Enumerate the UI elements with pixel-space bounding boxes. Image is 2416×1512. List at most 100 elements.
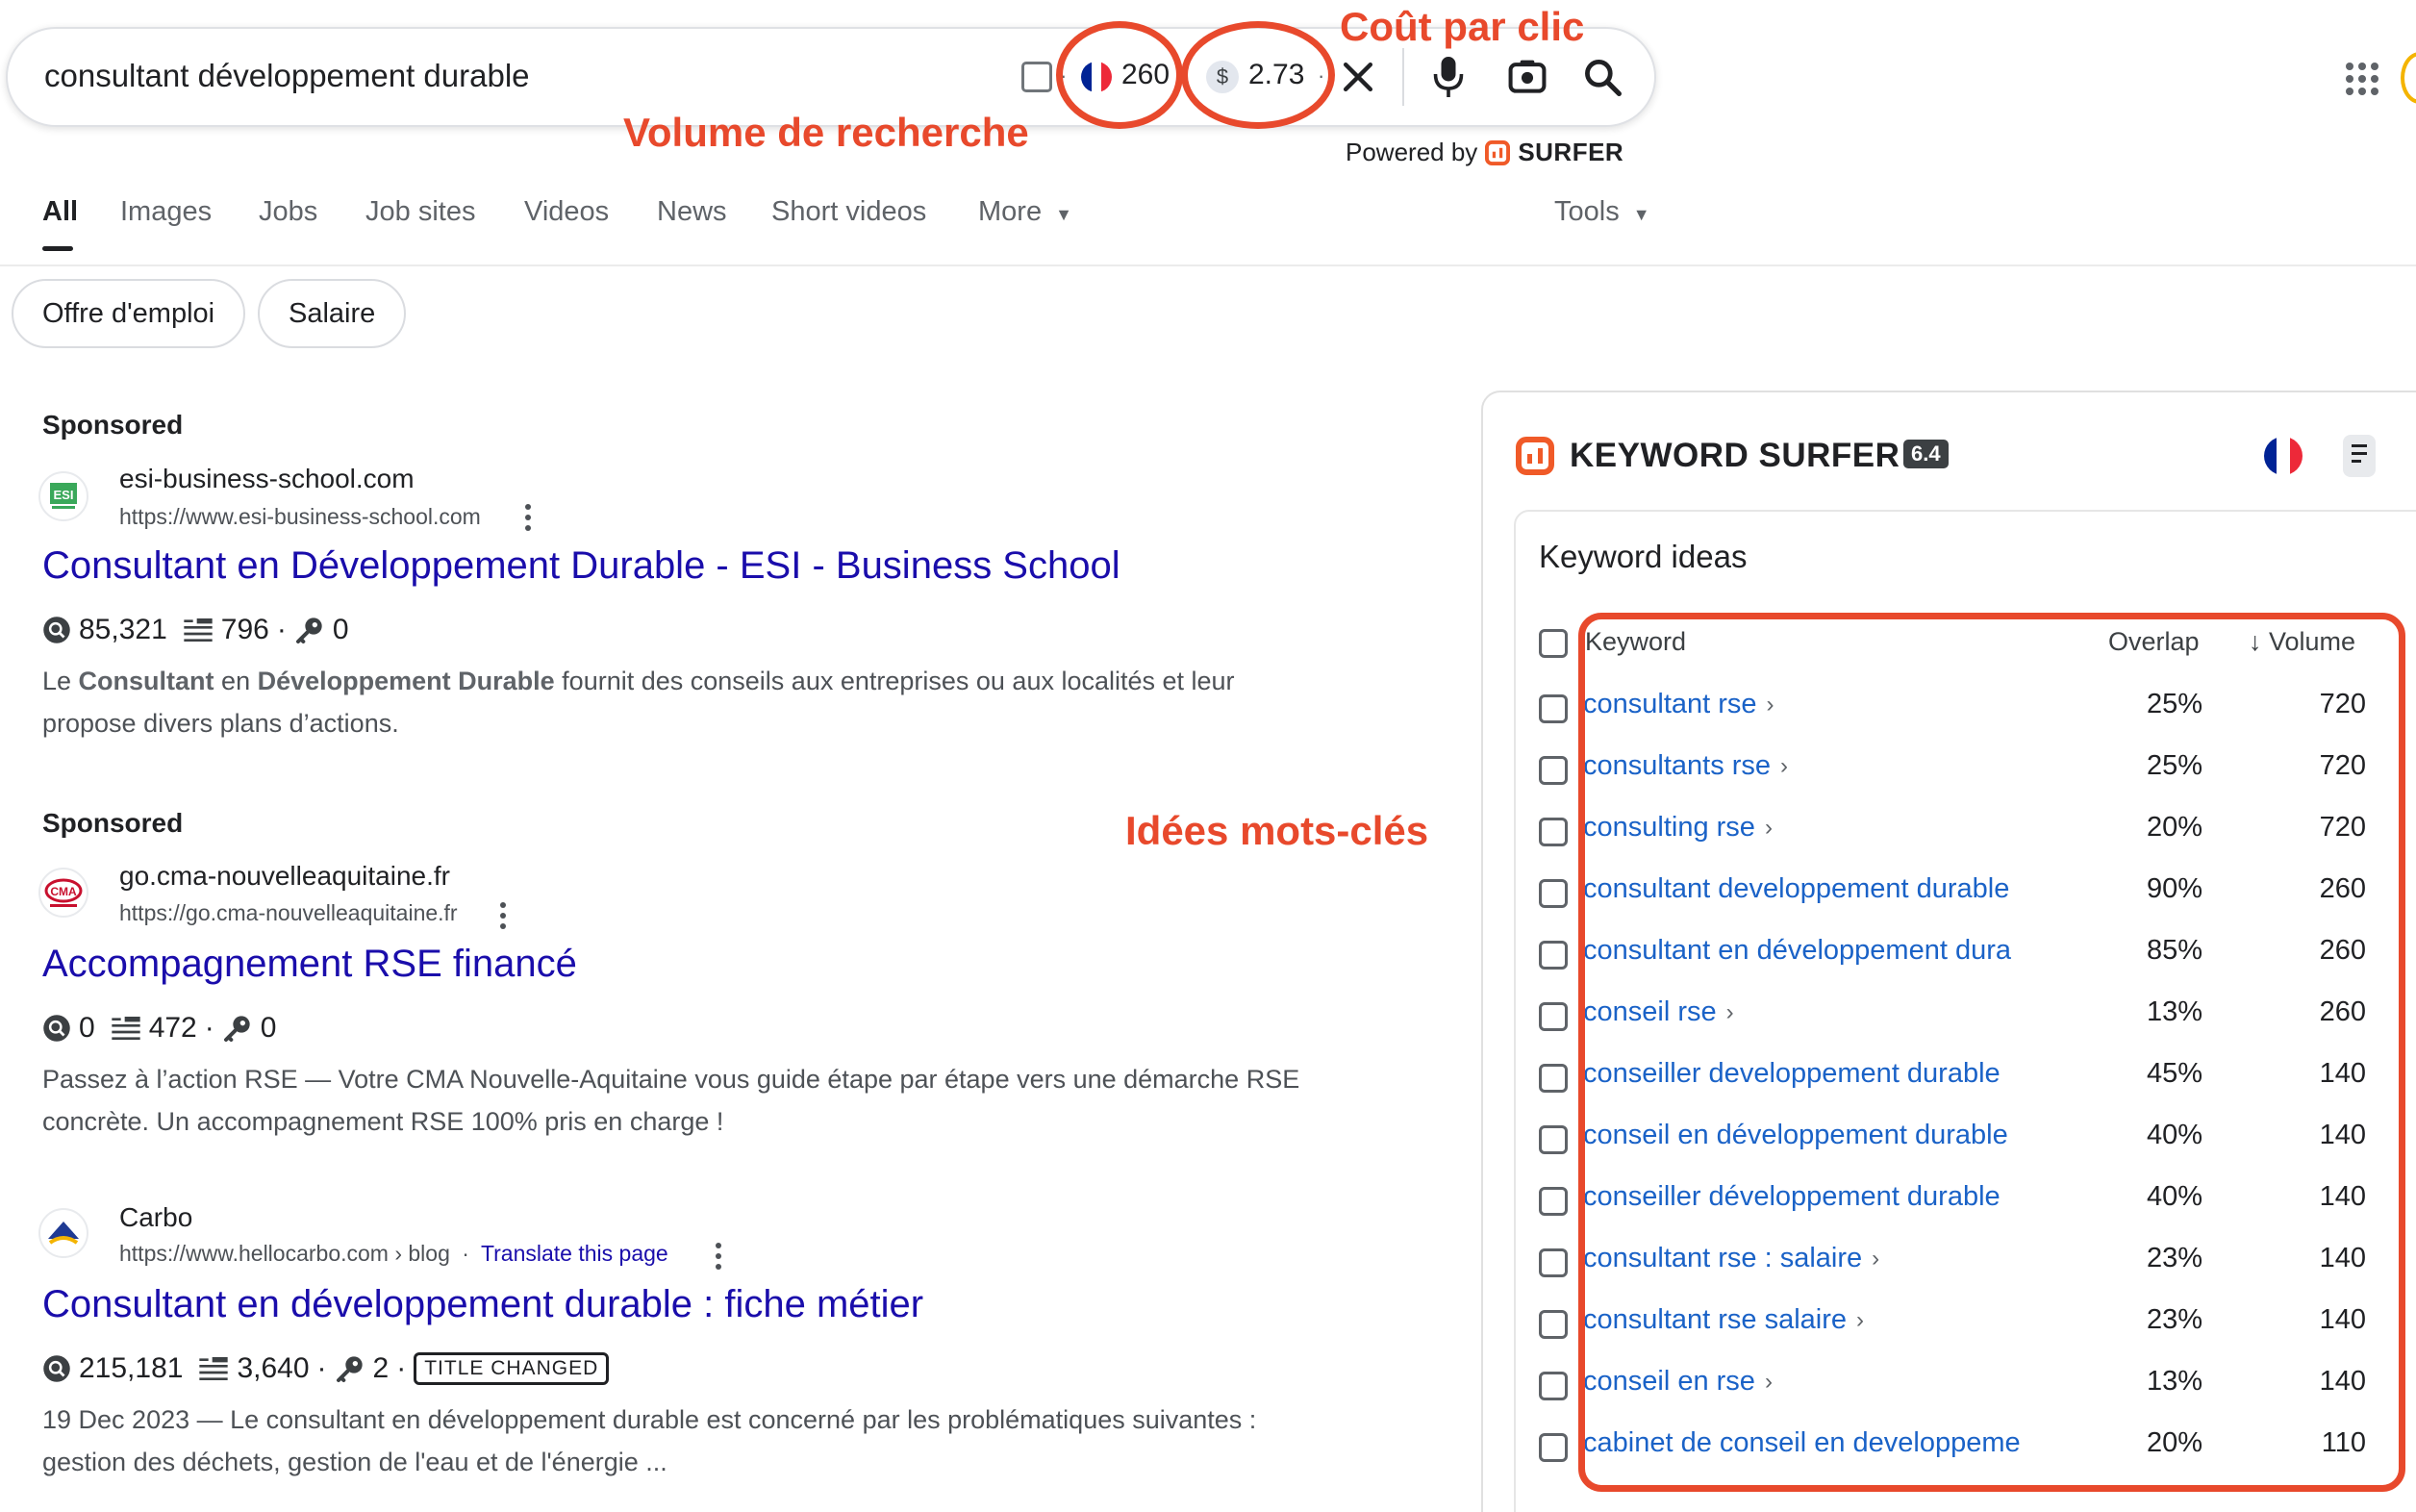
- svg-text:ESI: ESI: [54, 488, 74, 502]
- search-icon[interactable]: [1581, 56, 1623, 98]
- result-url[interactable]: https://www.esi-business-school.com: [119, 504, 481, 530]
- result-title[interactable]: Consultant en Développement Durable - ES…: [42, 544, 1120, 588]
- keyword-checkbox[interactable]: [1539, 1125, 1568, 1154]
- chip-offre-emploi[interactable]: Offre d'emploi: [12, 279, 246, 348]
- result-site-name[interactable]: esi-business-school.com: [119, 464, 415, 494]
- tools-button[interactable]: Tools ▼: [1554, 196, 1650, 228]
- result-metrics: 0 472 · 0: [42, 1012, 276, 1045]
- tab-more[interactable]: More ▼: [978, 196, 1072, 228]
- keyword-key-icon: [223, 1016, 250, 1042]
- keywords-value: 0: [332, 614, 349, 645]
- keyword-checkbox[interactable]: [1539, 1248, 1568, 1277]
- traffic-value: 215,181: [79, 1352, 184, 1384]
- tab-images[interactable]: Images: [120, 196, 212, 228]
- surfer-checkbox[interactable]: [1021, 62, 1052, 92]
- keyword-checkbox[interactable]: [1539, 1310, 1568, 1339]
- lens-camera-icon[interactable]: [1506, 56, 1548, 98]
- separator: ·: [316, 1352, 327, 1384]
- result-snippet: Le Consultant en Développement Durable f…: [42, 667, 1235, 738]
- words-icon: [112, 1017, 140, 1040]
- traffic-icon: [43, 617, 70, 643]
- result-site-name[interactable]: go.cma-nouvelleaquitaine.fr: [119, 861, 450, 892]
- cma-favicon: CMA: [38, 868, 88, 918]
- result-title[interactable]: Consultant en développement durable : fi…: [42, 1283, 923, 1326]
- chip-salaire[interactable]: Salaire: [258, 279, 407, 348]
- tools-label: Tools: [1554, 196, 1620, 227]
- separator: ·: [462, 1241, 469, 1266]
- keyword-ideas-title: Keyword ideas: [1539, 539, 1748, 574]
- surfer-logo-icon: [1485, 139, 1511, 165]
- tab-videos[interactable]: Videos: [524, 196, 609, 228]
- keyword-checkbox[interactable]: [1539, 1064, 1568, 1093]
- search-input[interactable]: consultant développement durable: [44, 58, 530, 94]
- traffic-value: 85,321: [79, 614, 167, 645]
- annotation-rectangle-keywords: [1578, 613, 2405, 1492]
- close-icon[interactable]: [1337, 56, 1379, 98]
- more-options-icon[interactable]: [525, 504, 533, 536]
- annotation-cpc-label: Coût par clic: [1340, 4, 1585, 49]
- keywords-value: 0: [260, 1012, 277, 1044]
- keyword-checkbox[interactable]: [1539, 1433, 1568, 1462]
- annotation-ellipse-cpc: [1181, 21, 1335, 129]
- result-metrics: 85,321 796 · 0: [42, 614, 349, 646]
- sponsored-label: Sponsored: [42, 808, 184, 838]
- apps-grid-icon[interactable]: [2345, 62, 2379, 96]
- keyword-surfer-title: KEYWORD SURFER: [1570, 437, 1900, 474]
- title-changed-badge: TITLE CHANGED: [414, 1352, 610, 1385]
- tab-short-videos[interactable]: Short videos: [771, 196, 926, 228]
- account-avatar[interactable]: [2401, 52, 2416, 104]
- separator: ·: [396, 1352, 407, 1384]
- result-metrics: 215,181 3,640 · 2 · TITLE CHANGED: [42, 1352, 610, 1385]
- result-site-name[interactable]: Carbo: [119, 1202, 192, 1233]
- keyword-checkbox[interactable]: [1539, 879, 1568, 908]
- more-options-icon[interactable]: [716, 1243, 723, 1274]
- caret-down-icon: ▼: [1055, 205, 1072, 224]
- more-options-icon[interactable]: [500, 902, 508, 934]
- traffic-icon: [43, 1015, 70, 1042]
- result-url-row: https://www.hellocarbo.com › blog · Tran…: [119, 1241, 668, 1267]
- keyword-surfer-logo-icon: [1516, 437, 1554, 475]
- france-flag-icon[interactable]: [2264, 437, 2303, 475]
- annotation-volume-label: Volume de recherche: [623, 110, 1029, 155]
- result-title[interactable]: Accompagnement RSE financé: [42, 943, 577, 986]
- keyword-key-icon: [336, 1356, 363, 1382]
- words-value: 3,640: [237, 1352, 310, 1384]
- keyword-checkbox[interactable]: [1539, 694, 1568, 723]
- result-snippet: Passez à l’action RSE — Votre CMA Nouvel…: [42, 1065, 1300, 1136]
- tabs-divider: [0, 265, 2416, 266]
- svg-text:CMA: CMA: [50, 885, 77, 898]
- surfer-brand: SURFER: [1518, 138, 1624, 166]
- sponsored-label: Sponsored: [42, 410, 184, 440]
- separator: ·: [204, 1012, 214, 1044]
- words-value: 796: [220, 614, 269, 645]
- keyword-checkbox[interactable]: [1539, 941, 1568, 970]
- keywords-value: 2: [372, 1352, 390, 1384]
- keyword-checkbox[interactable]: [1539, 756, 1568, 785]
- words-icon: [184, 618, 213, 642]
- separator: ·: [276, 614, 287, 645]
- words-value: 472: [148, 1012, 197, 1044]
- carbo-favicon: [38, 1208, 88, 1258]
- tab-news[interactable]: News: [657, 196, 727, 228]
- keyword-checkbox[interactable]: [1539, 1002, 1568, 1031]
- tab-more-label: More: [978, 196, 1043, 227]
- translate-link[interactable]: Translate this page: [481, 1241, 668, 1266]
- tab-job-sites[interactable]: Job sites: [365, 196, 475, 228]
- search-bar-divider: [1402, 48, 1404, 106]
- microphone-icon[interactable]: [1431, 54, 1466, 100]
- caret-down-icon: ▼: [1632, 205, 1650, 224]
- result-url[interactable]: https://go.cma-nouvelleaquitaine.fr: [119, 900, 458, 926]
- annotation-ideas-label: Idées mots-clés: [1125, 808, 1429, 853]
- tab-jobs[interactable]: Jobs: [259, 196, 317, 228]
- select-all-checkbox[interactable]: [1539, 629, 1568, 658]
- powered-by-surfer[interactable]: Powered by SURFER: [1346, 138, 1623, 167]
- result-url[interactable]: https://www.hellocarbo.com › blog: [119, 1241, 450, 1266]
- esi-favicon: ESI: [38, 471, 88, 521]
- clipboard-icon[interactable]: [2343, 435, 2376, 477]
- tab-all[interactable]: All: [42, 196, 78, 228]
- traffic-icon: [43, 1355, 70, 1382]
- keyword-checkbox[interactable]: [1539, 1372, 1568, 1400]
- keyword-checkbox[interactable]: [1539, 1187, 1568, 1216]
- keyword-checkbox[interactable]: [1539, 818, 1568, 846]
- words-icon: [199, 1357, 229, 1380]
